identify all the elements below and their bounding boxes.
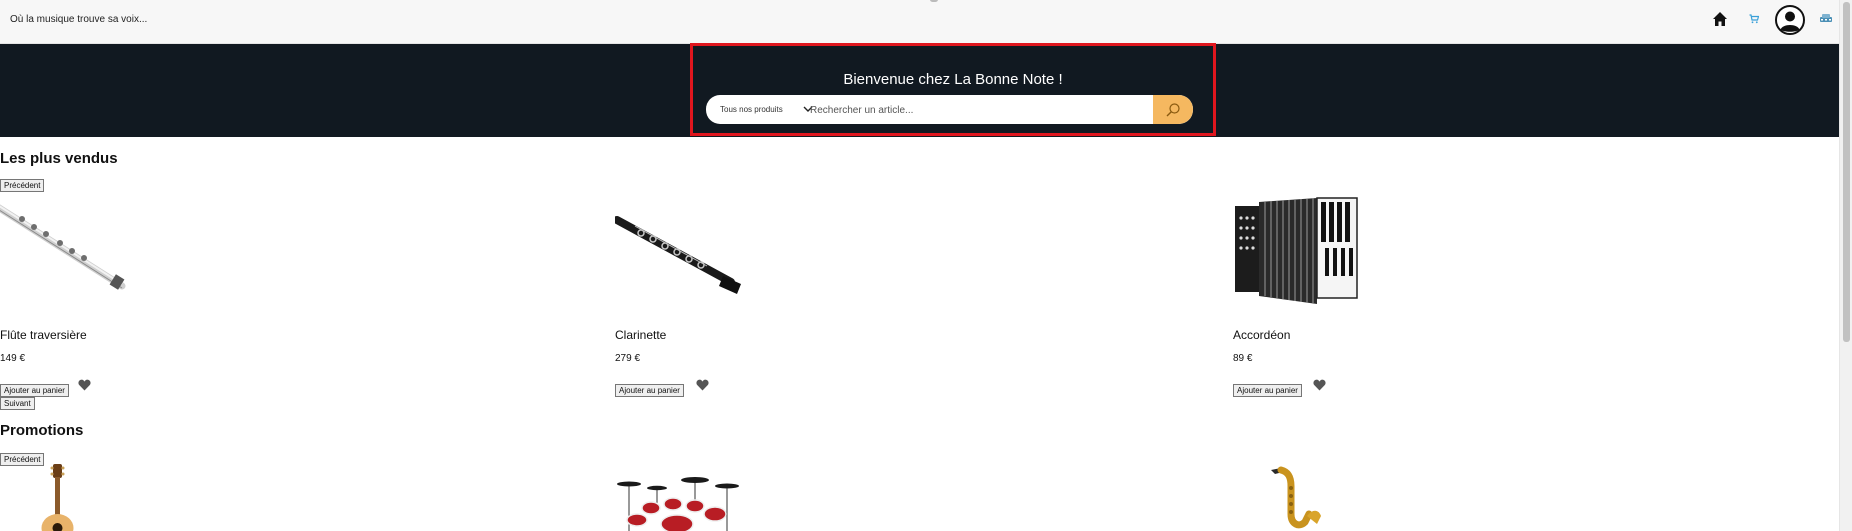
product-name[interactable]: Accordéon xyxy=(1233,328,1290,342)
heart-icon[interactable] xyxy=(696,379,709,391)
search-input[interactable] xyxy=(810,100,1070,120)
hero-title: Bienvenue chez La Bonne Note ! xyxy=(843,71,1063,88)
extra-icon[interactable] xyxy=(1819,13,1833,23)
section-title-bestsellers: Les plus vendus xyxy=(0,150,118,167)
page: Où la musique trouve sa voix... Bienvenu… xyxy=(0,0,1852,531)
clarinet-image xyxy=(615,196,741,306)
top-bar: Où la musique trouve sa voix... xyxy=(0,0,1852,44)
home-icon[interactable] xyxy=(1712,11,1728,27)
guitar-image xyxy=(0,464,126,531)
heart-icon[interactable] xyxy=(78,379,91,391)
add-to-cart-button[interactable]: Ajouter au panier xyxy=(615,384,684,397)
product-price: 279 € xyxy=(615,353,641,364)
product-name[interactable]: Clarinette xyxy=(615,328,666,342)
product-price: 89 € xyxy=(1233,353,1253,364)
accordion-image xyxy=(1233,196,1359,306)
search-bar: Tous nos produits xyxy=(706,95,1193,124)
search-button[interactable] xyxy=(1153,95,1193,124)
drum-kit-image xyxy=(615,464,741,531)
cart-icon[interactable] xyxy=(1749,14,1759,24)
tagline: Où la musique trouve sa voix... xyxy=(10,14,148,25)
add-to-cart-button[interactable]: Ajouter au panier xyxy=(1233,384,1302,397)
saxophone-image xyxy=(1233,464,1359,531)
user-avatar-icon[interactable] xyxy=(1775,5,1805,35)
section-title-promotions: Promotions xyxy=(0,422,84,439)
page-scrollbar[interactable] xyxy=(1839,0,1852,531)
top-indicator xyxy=(930,0,938,2)
bestsellers-prev-button[interactable]: Précédent xyxy=(0,179,45,192)
product-name[interactable]: Flûte traversière xyxy=(0,328,87,342)
search-icon xyxy=(1166,103,1180,117)
bestsellers-next-button[interactable]: Suivant xyxy=(0,397,35,410)
heart-icon[interactable] xyxy=(1313,379,1326,391)
add-to-cart-button[interactable]: Ajouter au panier xyxy=(0,384,69,397)
search-category-select[interactable]: Tous nos produits xyxy=(720,105,783,114)
scrollbar-thumb[interactable] xyxy=(1843,2,1850,342)
flute-image xyxy=(0,196,126,306)
product-price: 149 € xyxy=(0,353,26,364)
